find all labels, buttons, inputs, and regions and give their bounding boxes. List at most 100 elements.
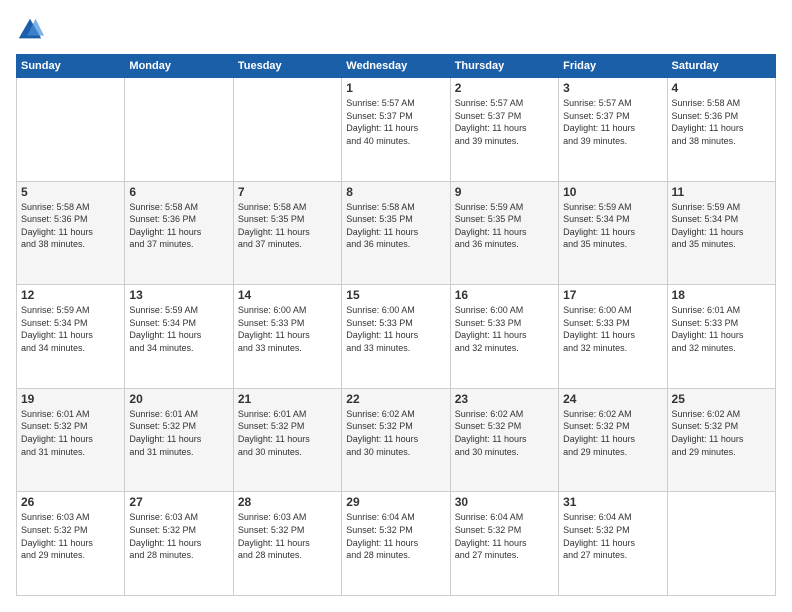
- weekday-header-monday: Monday: [125, 55, 233, 78]
- day-number: 30: [455, 495, 554, 509]
- day-number: 23: [455, 392, 554, 406]
- day-detail: Sunrise: 5:58 AM Sunset: 5:36 PM Dayligh…: [672, 97, 771, 147]
- day-detail: Sunrise: 6:04 AM Sunset: 5:32 PM Dayligh…: [563, 511, 662, 561]
- logo-icon: [16, 16, 44, 44]
- day-detail: Sunrise: 6:02 AM Sunset: 5:32 PM Dayligh…: [672, 408, 771, 458]
- week-row-2: 5 Sunrise: 5:58 AM Sunset: 5:36 PM Daylig…: [17, 181, 776, 285]
- day-number: 7: [238, 185, 337, 199]
- calendar: SundayMondayTuesdayWednesdayThursdayFrid…: [16, 54, 776, 596]
- day-number: 11: [672, 185, 771, 199]
- day-detail: Sunrise: 5:57 AM Sunset: 5:37 PM Dayligh…: [563, 97, 662, 147]
- day-detail: Sunrise: 6:04 AM Sunset: 5:32 PM Dayligh…: [455, 511, 554, 561]
- day-number: 24: [563, 392, 662, 406]
- week-row-3: 12 Sunrise: 5:59 AM Sunset: 5:34 PM Dayli…: [17, 285, 776, 389]
- day-detail: Sunrise: 6:03 AM Sunset: 5:32 PM Dayligh…: [21, 511, 120, 561]
- day-number: 2: [455, 81, 554, 95]
- day-number: 17: [563, 288, 662, 302]
- calendar-cell: 28 Sunrise: 6:03 AM Sunset: 5:32 PM Dayli…: [233, 492, 341, 596]
- day-number: 22: [346, 392, 445, 406]
- day-number: 14: [238, 288, 337, 302]
- calendar-cell: 17 Sunrise: 6:00 AM Sunset: 5:33 PM Dayli…: [559, 285, 667, 389]
- calendar-cell: 16 Sunrise: 6:00 AM Sunset: 5:33 PM Dayli…: [450, 285, 558, 389]
- calendar-cell: 3 Sunrise: 5:57 AM Sunset: 5:37 PM Daylig…: [559, 78, 667, 182]
- day-number: 1: [346, 81, 445, 95]
- calendar-cell: 14 Sunrise: 6:00 AM Sunset: 5:33 PM Dayli…: [233, 285, 341, 389]
- day-number: 25: [672, 392, 771, 406]
- calendar-cell: 21Sunrise: 6:01 AM Sunset: 5:32 PM Dayli…: [233, 388, 341, 492]
- calendar-cell: 1 Sunrise: 5:57 AM Sunset: 5:37 PM Daylig…: [342, 78, 450, 182]
- calendar-cell: 9Sunrise: 5:59 AM Sunset: 5:35 PM Daylig…: [450, 181, 558, 285]
- calendar-cell: [17, 78, 125, 182]
- day-detail: Sunrise: 5:59 AM Sunset: 5:34 PM Dayligh…: [21, 304, 120, 354]
- calendar-cell: 7 Sunrise: 5:58 AM Sunset: 5:35 PM Daylig…: [233, 181, 341, 285]
- day-detail: Sunrise: 5:59 AM Sunset: 5:34 PM Dayligh…: [672, 201, 771, 251]
- day-detail: Sunrise: 6:01 AM Sunset: 5:33 PM Dayligh…: [672, 304, 771, 354]
- calendar-cell: 30 Sunrise: 6:04 AM Sunset: 5:32 PM Dayli…: [450, 492, 558, 596]
- week-row-5: 26 Sunrise: 6:03 AM Sunset: 5:32 PM Dayli…: [17, 492, 776, 596]
- calendar-cell: 20Sunrise: 6:01 AM Sunset: 5:32 PM Dayli…: [125, 388, 233, 492]
- weekday-header-sunday: Sunday: [17, 55, 125, 78]
- day-detail: Sunrise: 5:59 AM Sunset: 5:34 PM Dayligh…: [129, 304, 228, 354]
- day-number: 4: [672, 81, 771, 95]
- day-detail: Sunrise: 6:00 AM Sunset: 5:33 PM Dayligh…: [238, 304, 337, 354]
- day-number: 12: [21, 288, 120, 302]
- day-detail: Sunrise: 5:58 AM Sunset: 5:35 PM Dayligh…: [346, 201, 445, 251]
- calendar-cell: 12 Sunrise: 5:59 AM Sunset: 5:34 PM Dayli…: [17, 285, 125, 389]
- weekday-header-thursday: Thursday: [450, 55, 558, 78]
- day-number: 27: [129, 495, 228, 509]
- calendar-cell: 13 Sunrise: 5:59 AM Sunset: 5:34 PM Dayli…: [125, 285, 233, 389]
- day-detail: Sunrise: 6:01 AM Sunset: 5:32 PM Dayligh…: [129, 408, 228, 458]
- day-number: 10: [563, 185, 662, 199]
- day-number: 28: [238, 495, 337, 509]
- day-detail: Sunrise: 6:00 AM Sunset: 5:33 PM Dayligh…: [563, 304, 662, 354]
- week-row-1: 1 Sunrise: 5:57 AM Sunset: 5:37 PM Daylig…: [17, 78, 776, 182]
- day-number: 16: [455, 288, 554, 302]
- day-number: 26: [21, 495, 120, 509]
- logo: [16, 16, 48, 44]
- day-number: 9: [455, 185, 554, 199]
- calendar-cell: [125, 78, 233, 182]
- calendar-cell: [667, 492, 775, 596]
- day-number: 6: [129, 185, 228, 199]
- day-detail: Sunrise: 6:04 AM Sunset: 5:32 PM Dayligh…: [346, 511, 445, 561]
- calendar-cell: 11 Sunrise: 5:59 AM Sunset: 5:34 PM Dayli…: [667, 181, 775, 285]
- calendar-cell: 18 Sunrise: 6:01 AM Sunset: 5:33 PM Dayli…: [667, 285, 775, 389]
- calendar-cell: 6 Sunrise: 5:58 AM Sunset: 5:36 PM Daylig…: [125, 181, 233, 285]
- day-detail: Sunrise: 5:58 AM Sunset: 5:36 PM Dayligh…: [129, 201, 228, 251]
- day-detail: Sunrise: 6:03 AM Sunset: 5:32 PM Dayligh…: [129, 511, 228, 561]
- day-detail: Sunrise: 6:00 AM Sunset: 5:33 PM Dayligh…: [455, 304, 554, 354]
- day-detail: Sunrise: 6:00 AM Sunset: 5:33 PM Dayligh…: [346, 304, 445, 354]
- day-detail: Sunrise: 5:58 AM Sunset: 5:35 PM Dayligh…: [238, 201, 337, 251]
- day-detail: Sunrise: 6:02 AM Sunset: 5:32 PM Dayligh…: [346, 408, 445, 458]
- day-number: 21: [238, 392, 337, 406]
- day-detail: Sunrise: 5:57 AM Sunset: 5:37 PM Dayligh…: [455, 97, 554, 147]
- day-number: 31: [563, 495, 662, 509]
- calendar-cell: 2 Sunrise: 5:57 AM Sunset: 5:37 PM Daylig…: [450, 78, 558, 182]
- day-detail: Sunrise: 5:57 AM Sunset: 5:37 PM Dayligh…: [346, 97, 445, 147]
- calendar-cell: 24 Sunrise: 6:02 AM Sunset: 5:32 PM Dayli…: [559, 388, 667, 492]
- calendar-cell: 15 Sunrise: 6:00 AM Sunset: 5:33 PM Dayli…: [342, 285, 450, 389]
- page: SundayMondayTuesdayWednesdayThursdayFrid…: [0, 0, 792, 612]
- weekday-header-row: SundayMondayTuesdayWednesdayThursdayFrid…: [17, 55, 776, 78]
- day-number: 13: [129, 288, 228, 302]
- day-number: 3: [563, 81, 662, 95]
- calendar-cell: 29 Sunrise: 6:04 AM Sunset: 5:32 PM Dayli…: [342, 492, 450, 596]
- day-number: 29: [346, 495, 445, 509]
- calendar-cell: [233, 78, 341, 182]
- day-number: 18: [672, 288, 771, 302]
- weekday-header-wednesday: Wednesday: [342, 55, 450, 78]
- calendar-cell: 31 Sunrise: 6:04 AM Sunset: 5:32 PM Dayli…: [559, 492, 667, 596]
- weekday-header-tuesday: Tuesday: [233, 55, 341, 78]
- day-detail: Sunrise: 6:02 AM Sunset: 5:32 PM Dayligh…: [563, 408, 662, 458]
- calendar-cell: 4 Sunrise: 5:58 AM Sunset: 5:36 PM Daylig…: [667, 78, 775, 182]
- calendar-cell: 23Sunrise: 6:02 AM Sunset: 5:32 PM Dayli…: [450, 388, 558, 492]
- day-detail: Sunrise: 6:03 AM Sunset: 5:32 PM Dayligh…: [238, 511, 337, 561]
- day-detail: Sunrise: 5:59 AM Sunset: 5:34 PM Dayligh…: [563, 201, 662, 251]
- weekday-header-saturday: Saturday: [667, 55, 775, 78]
- calendar-cell: 25 Sunrise: 6:02 AM Sunset: 5:32 PM Dayli…: [667, 388, 775, 492]
- weekday-header-friday: Friday: [559, 55, 667, 78]
- day-number: 5: [21, 185, 120, 199]
- day-number: 8: [346, 185, 445, 199]
- day-number: 15: [346, 288, 445, 302]
- header: [16, 16, 776, 44]
